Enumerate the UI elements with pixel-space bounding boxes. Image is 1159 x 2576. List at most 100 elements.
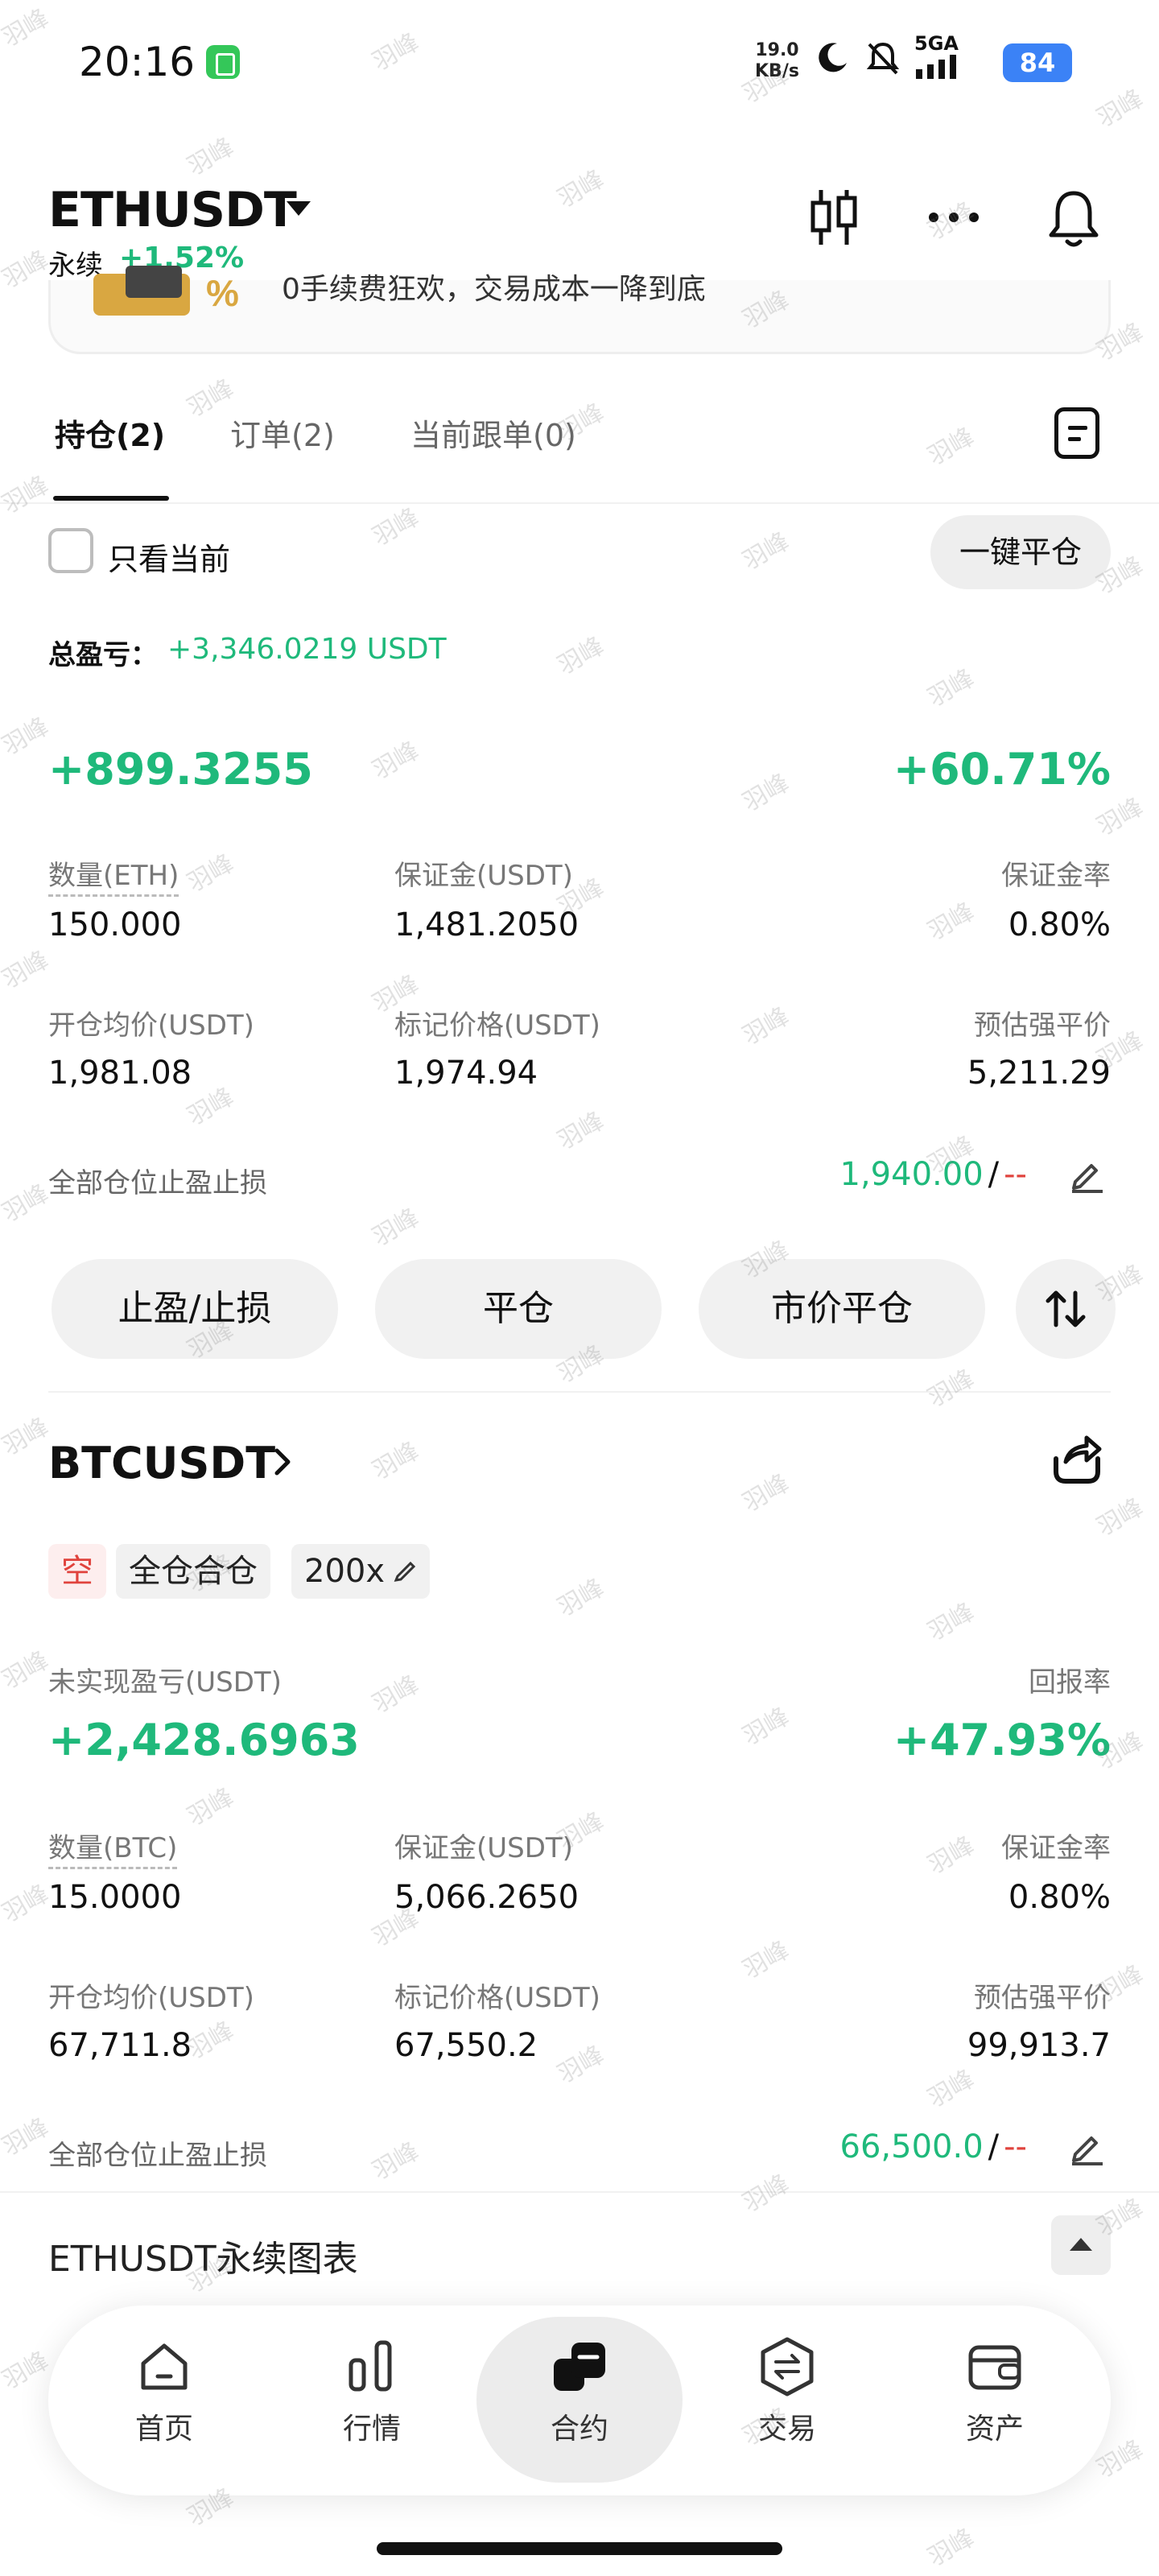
btc-roe-label: 回报率 bbox=[1029, 1666, 1111, 1699]
document-icon[interactable] bbox=[1054, 407, 1099, 459]
watermark: 羽峰 bbox=[0, 2346, 54, 2396]
chevron-right-icon[interactable] bbox=[272, 1446, 295, 1478]
btc-qty-value: 15.0000 bbox=[48, 1879, 182, 1916]
chart-section-title[interactable]: ETHUSDT永续图表 bbox=[48, 2230, 358, 2281]
eth-sl-value: -- bbox=[1004, 1156, 1027, 1193]
eth-qty-label[interactable]: 数量(ETH) bbox=[48, 853, 179, 897]
watermark: 羽峰 bbox=[368, 502, 424, 552]
watermark: 羽峰 bbox=[368, 1203, 424, 1253]
btc-entry-label: 开仓均价(USDT) bbox=[48, 1982, 254, 2014]
contract-symbol[interactable]: ETHUSDT bbox=[48, 182, 297, 238]
watermark: 羽峰 bbox=[1092, 792, 1149, 842]
eth-liq-value: 5,211.29 bbox=[967, 1055, 1111, 1092]
eth-tpsl-label: 全部仓位止盈止损 bbox=[48, 1167, 267, 1199]
eth-unrealized-pnl: +899.3255 bbox=[48, 744, 313, 795]
leverage-value: 200x bbox=[304, 1553, 386, 1590]
btc-qty-label[interactable]: 数量(BTC) bbox=[48, 1826, 178, 1869]
tab-orders[interactable]: 订单(2) bbox=[230, 411, 335, 455]
btc-liq-label: 预估强平价 bbox=[974, 1982, 1111, 2014]
eth-edit-tpsl-icon[interactable] bbox=[1067, 1154, 1106, 1193]
watermark: 羽峰 bbox=[0, 2112, 54, 2162]
btc-symbol[interactable]: BTCUSDT bbox=[48, 1438, 275, 1488]
status-icons: 5GA bbox=[813, 32, 987, 79]
edit-leverage-icon bbox=[394, 1561, 416, 1582]
eth-entry-value: 1,981.08 bbox=[48, 1055, 192, 1092]
eth-mark-value: 1,974.94 bbox=[394, 1055, 538, 1092]
tab-copy-trades[interactable]: 当前跟单(0) bbox=[410, 411, 576, 455]
moon-icon bbox=[819, 43, 847, 72]
btc-tp-value: 66,500.0 bbox=[839, 2128, 984, 2165]
svg-text:%: % bbox=[206, 272, 239, 314]
btc-tpsl-label: 全部仓位止盈止损 bbox=[48, 2140, 267, 2172]
eth-entry-label: 开仓均价(USDT) bbox=[48, 1009, 254, 1042]
nav-home[interactable]: 首页 bbox=[84, 2334, 245, 2447]
chart-divider bbox=[0, 2191, 1159, 2193]
watermark: 羽峰 bbox=[0, 470, 54, 520]
btc-mark-value: 67,550.2 bbox=[394, 2027, 538, 2064]
btc-margin-label: 保证金(USDT) bbox=[394, 1832, 573, 1864]
watermark: 羽峰 bbox=[0, 1645, 54, 1695]
watermark: 羽峰 bbox=[738, 526, 794, 576]
watermark: 羽峰 bbox=[923, 663, 980, 713]
btc-liq-value: 99,913.7 bbox=[967, 2027, 1111, 2064]
caret-down-icon[interactable] bbox=[287, 201, 311, 216]
tab-positions[interactable]: 持仓(2) bbox=[55, 411, 165, 455]
network-speed-unit: KB/s bbox=[755, 61, 799, 81]
bell-muted-icon bbox=[866, 42, 900, 75]
eth-roe: +60.71% bbox=[893, 744, 1111, 795]
watermark: 羽峰 bbox=[923, 2064, 980, 2114]
active-tab-indicator bbox=[53, 496, 169, 501]
btc-roe: +47.93% bbox=[893, 1715, 1111, 1765]
position-divider bbox=[48, 1391, 1111, 1393]
nav-assets-label: 资产 bbox=[965, 2413, 1024, 2446]
eth-mark-label: 标记价格(USDT) bbox=[394, 1009, 600, 1042]
market-close-button[interactable]: 市价平仓 bbox=[699, 1259, 985, 1359]
eth-liq-label: 预估强平价 bbox=[974, 1009, 1111, 1042]
close-position-button[interactable]: 平仓 bbox=[375, 1259, 662, 1359]
only-current-checkbox[interactable] bbox=[48, 528, 93, 573]
wallet-icon bbox=[968, 2345, 1021, 2390]
close-all-button[interactable]: 一键平仓 bbox=[930, 515, 1111, 589]
watermark: 羽峰 bbox=[923, 2523, 980, 2573]
swap-arrows-icon bbox=[1046, 1290, 1086, 1327]
watermark: 羽峰 bbox=[368, 2136, 424, 2186]
expand-chart-button[interactable] bbox=[1051, 2215, 1111, 2275]
promo-gold-icon: % bbox=[93, 266, 239, 316]
notification-bell-icon[interactable] bbox=[1045, 187, 1103, 251]
btc-unrealized-pnl: +2,428.6963 bbox=[48, 1715, 360, 1765]
watermark: 羽峰 bbox=[553, 631, 609, 681]
watermark: 羽峰 bbox=[0, 945, 54, 995]
nav-futures[interactable]: 合约 bbox=[499, 2334, 660, 2447]
app-notification-icon bbox=[206, 45, 240, 79]
nav-assets[interactable]: 资产 bbox=[914, 2334, 1075, 2447]
leverage-tag[interactable]: 200x bbox=[291, 1544, 431, 1599]
more-icon[interactable] bbox=[926, 187, 982, 248]
home-indicator[interactable] bbox=[377, 2542, 782, 2555]
watermark: 羽峰 bbox=[923, 1597, 980, 1647]
btc-tpsl-values[interactable]: 66,500.0/-- bbox=[840, 2128, 1027, 2165]
nav-trade[interactable]: 交易 bbox=[707, 2334, 868, 2447]
only-current-label[interactable]: 只看当前 bbox=[108, 535, 230, 579]
share-icon[interactable] bbox=[1046, 1430, 1107, 1491]
eth-tpsl-values[interactable]: 1,940.00/-- bbox=[840, 1156, 1027, 1193]
tab-divider bbox=[0, 502, 1159, 504]
nav-markets[interactable]: 行情 bbox=[291, 2334, 452, 2447]
reverse-position-button[interactable] bbox=[1016, 1259, 1116, 1359]
watermark: 羽峰 bbox=[0, 712, 54, 762]
candlestick-chart-icon[interactable] bbox=[808, 187, 860, 248]
eth-margin-ratio-value: 0.80% bbox=[1008, 906, 1111, 943]
total-pnl-value: +3,346.0219 USDT bbox=[167, 633, 447, 666]
btc-entry-value: 67,711.8 bbox=[48, 2027, 192, 2064]
btc-edit-tpsl-icon[interactable] bbox=[1067, 2127, 1106, 2165]
eth-margin-label: 保证金(USDT) bbox=[394, 860, 573, 892]
watermark: 羽峰 bbox=[738, 1935, 794, 1985]
watermark: 羽峰 bbox=[368, 1670, 424, 1719]
tpsl-button[interactable]: 止盈/止损 bbox=[52, 1259, 338, 1359]
btc-margin-ratio-label: 保证金率 bbox=[1001, 1832, 1111, 1864]
side-tag: 空 bbox=[48, 1544, 106, 1599]
btc-margin-ratio-value: 0.80% bbox=[1008, 1879, 1111, 1916]
eth-margin-value: 1,481.2050 bbox=[394, 906, 580, 943]
futures-icon bbox=[554, 2343, 605, 2391]
watermark: 羽峰 bbox=[923, 1831, 980, 1880]
watermark: 羽峰 bbox=[738, 1702, 794, 1752]
